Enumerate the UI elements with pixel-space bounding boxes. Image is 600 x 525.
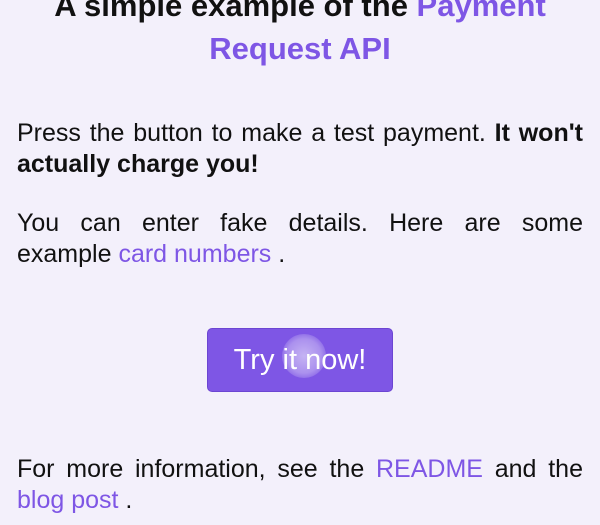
try-it-now-button[interactable]: Try it now! — [207, 328, 393, 392]
intro-paragraph: Press the button to make a test payment.… — [17, 118, 583, 180]
button-container: Try it now! — [17, 328, 583, 392]
page-title-text: A simple example of the — [54, 0, 417, 23]
fake-details-text: You can enter fake details. Here are som… — [17, 209, 583, 268]
more-info-suffix: . — [125, 486, 133, 514]
page-title: A simple example of the Payment Request … — [17, 0, 583, 70]
more-info-paragraph: For more information, see the README and… — [17, 454, 583, 516]
intro-text: Press the button to make a test payment. — [17, 119, 495, 147]
page-content: A simple example of the Payment Request … — [17, 0, 583, 516]
try-it-now-label: Try it now! — [233, 344, 367, 376]
more-info-prefix: For more information, see the — [17, 455, 376, 483]
fake-details-suffix: . — [278, 240, 286, 268]
more-info-middle: and the — [494, 455, 583, 483]
readme-link[interactable]: README — [376, 455, 483, 483]
fake-details-paragraph: You can enter fake details. Here are som… — [17, 208, 583, 270]
card-numbers-link[interactable]: card numbers — [118, 240, 271, 268]
blog-post-link[interactable]: blog post — [17, 486, 118, 514]
